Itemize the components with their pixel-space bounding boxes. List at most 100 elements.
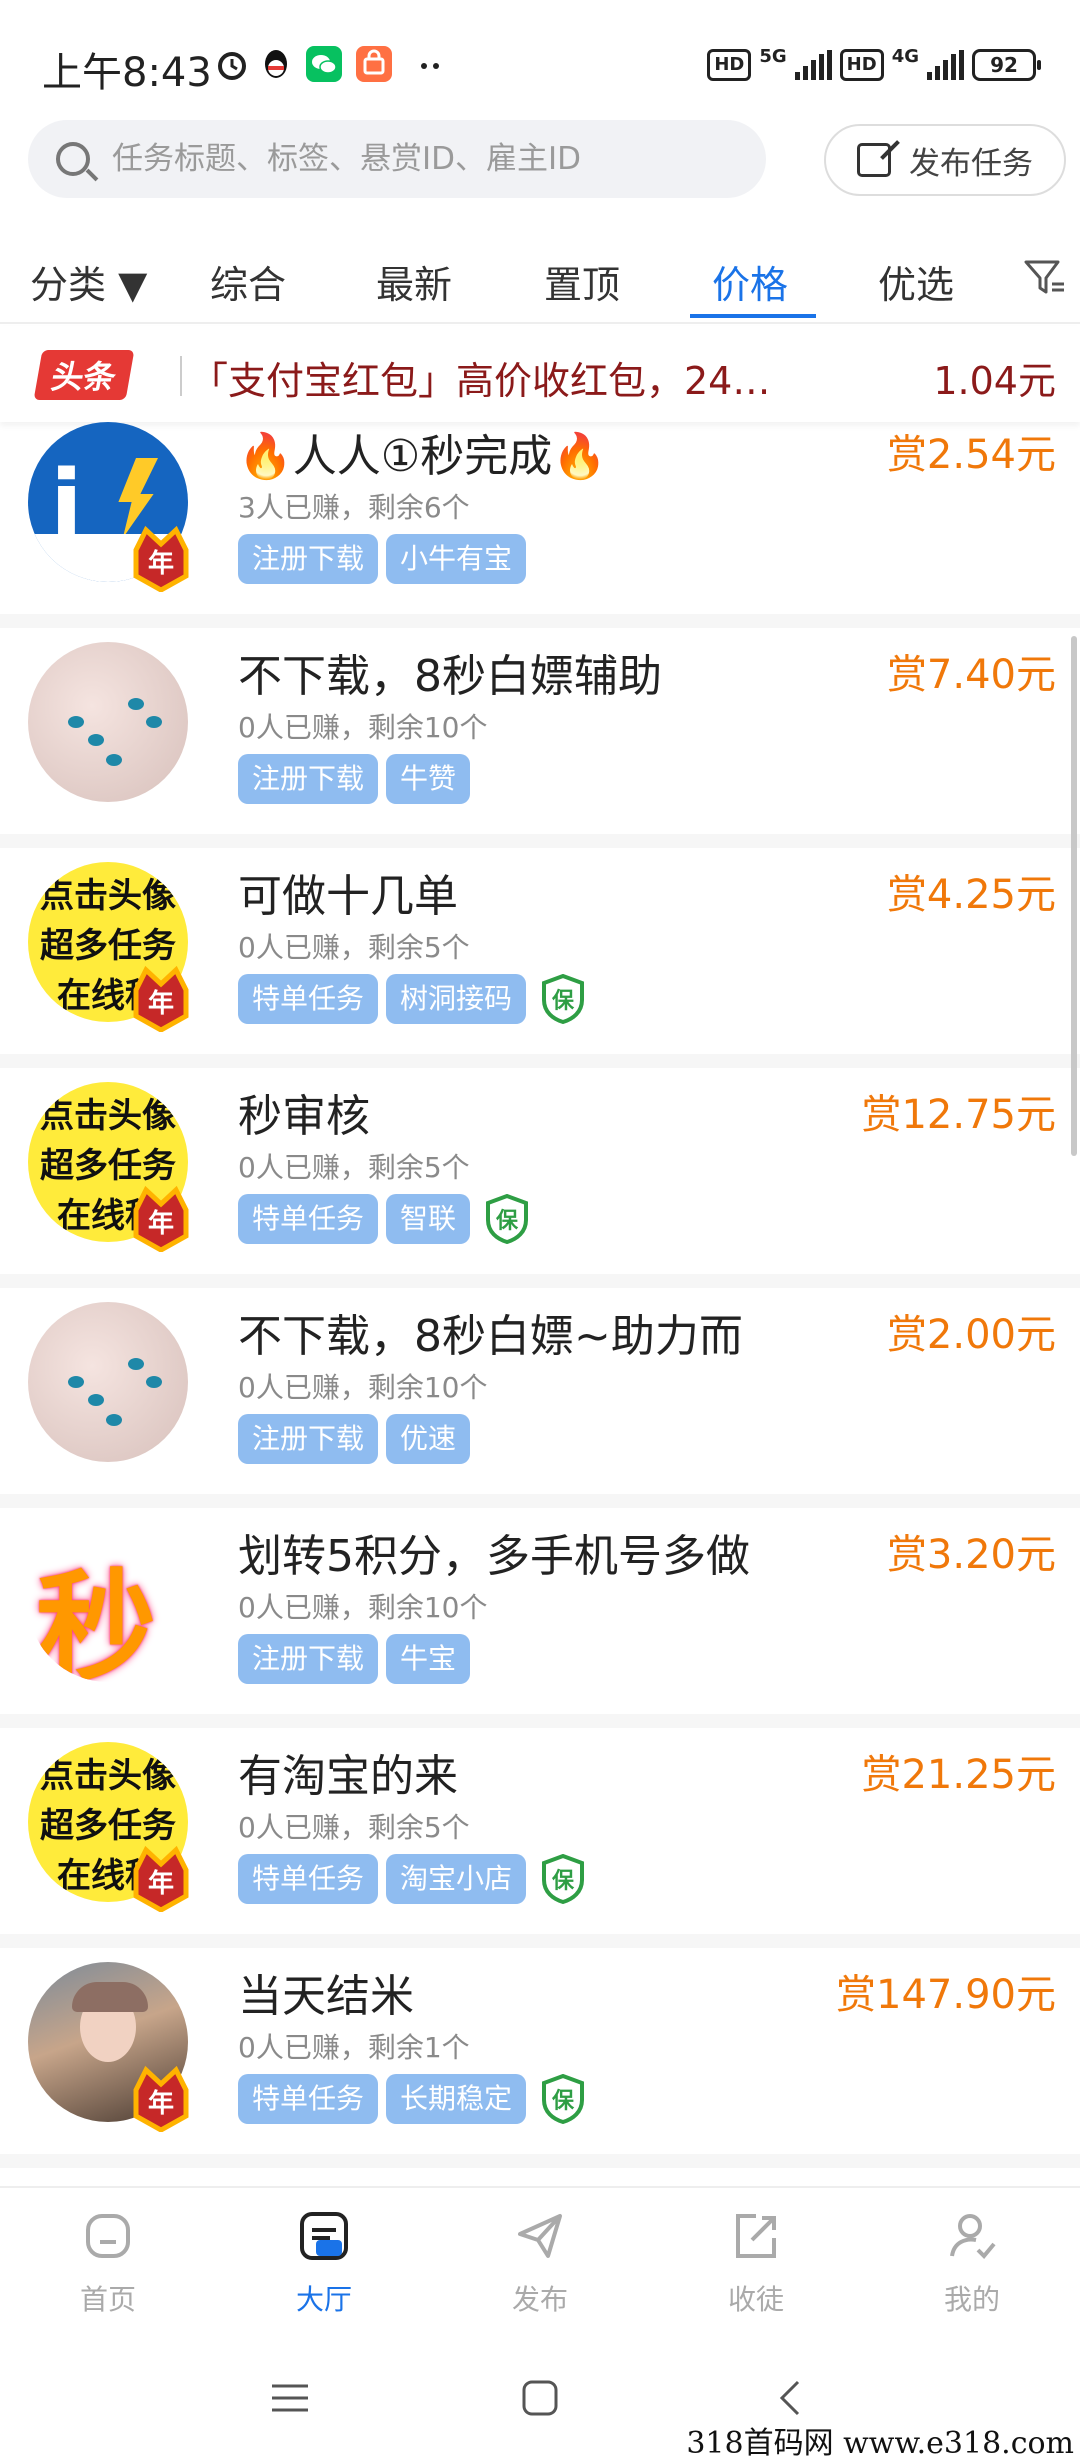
task-meta: 0人已赚，剩余10个	[238, 1591, 488, 1624]
task-item[interactable]: 年 当天结米 0人已赚，剩余1个 特单任务 长期稳定 保 赏147.90元	[0, 1952, 1080, 2172]
task-reward: 赏12.75元	[861, 1092, 1056, 1138]
hd-badge: HD	[707, 48, 752, 81]
svg-text:年: 年	[148, 988, 174, 1019]
list-divider	[0, 614, 1080, 628]
vip-crown-icon: 年	[133, 2065, 189, 2132]
vip-crown-icon: 年	[133, 525, 189, 592]
nav-profile[interactable]: 我的	[912, 2206, 1032, 2318]
tabs-divider	[0, 322, 1080, 324]
task-title: 划转5积分，多手机号多做	[238, 1531, 750, 1582]
guarantee-shield-icon: 保	[486, 1194, 529, 1244]
signal-icon-2	[927, 49, 964, 80]
task-item[interactable]: 不下载，8秒白嫖辅助 0人已赚，剩余10个 注册下载 牛赞 赏7.40元	[0, 632, 1080, 852]
search-input[interactable]	[112, 141, 732, 177]
svg-text:保: 保	[495, 1209, 519, 1234]
avatar[interactable]	[28, 642, 188, 802]
task-meta: 0人已赚，剩余5个	[238, 1151, 470, 1184]
task-meta: 0人已赚，剩余10个	[238, 1371, 488, 1404]
back-icon[interactable]	[770, 2376, 814, 2420]
nav-invite[interactable]: 收徒	[696, 2206, 816, 2318]
tab-pinned[interactable]: 置顶	[544, 254, 620, 309]
task-title: 秒审核	[238, 1091, 370, 1142]
nav-publish[interactable]: 发布	[480, 2206, 600, 2318]
filter-icon[interactable]	[1022, 256, 1066, 300]
nav-hall[interactable]: 大厅	[264, 2206, 384, 2318]
task-tag: 特单任务	[238, 974, 379, 1024]
hall-icon	[300, 2212, 348, 2260]
share-icon	[736, 2214, 776, 2258]
task-title: 当天结米	[238, 1971, 414, 2022]
nav-home[interactable]: 首页	[48, 2206, 168, 2318]
tab-newest[interactable]: 最新	[376, 254, 452, 309]
search-bar[interactable]	[28, 120, 766, 198]
tab-category[interactable]: 分类 ▼	[30, 254, 147, 309]
task-tags: 注册下载 优速	[238, 1414, 471, 1464]
task-tag: 特单任务	[238, 1854, 379, 1904]
headline-text: 「支付宝红包」高价收红包，24…	[190, 359, 771, 403]
guarantee-shield-icon: 保	[542, 1854, 585, 1904]
headline-amount: 1.04元	[933, 359, 1056, 403]
tab-price[interactable]: 价格	[712, 254, 788, 309]
nav-publish-label: 发布	[511, 2283, 568, 2316]
task-item[interactable]: 点击头像 超多任务 在线秒 年 秒审核 0人已赚，剩余5个 特单任务 智联 保 …	[0, 1072, 1080, 1292]
task-tag: 注册下载	[238, 1414, 379, 1464]
task-meta: 0人已赚，剩余1个	[238, 2031, 470, 2064]
tab-featured[interactable]: 优选	[878, 254, 954, 309]
guarantee-shield-icon: 保	[542, 2074, 585, 2124]
task-tag: 特单任务	[238, 2074, 379, 2124]
task-title: 有淘宝的来	[238, 1751, 458, 1802]
tab-bar: 分类 ▼ 综合 最新 置顶 价格 优选	[0, 224, 1080, 320]
task-tag: 注册下载	[238, 1634, 379, 1684]
task-tag: 淘宝小店	[386, 1854, 527, 1904]
bottom-nav: 首页 大厅 发布 收徒 我的	[0, 2186, 1080, 2336]
app-screen: 上午8:43 HD 5G HD 4G 92 发布任务 分类 ▼ 综合 最新 置顶…	[0, 0, 1080, 2460]
task-reward: 赏2.54元	[886, 432, 1056, 478]
svg-text:保: 保	[551, 989, 575, 1014]
status-right: HD 5G HD 4G 92	[707, 46, 1041, 83]
home-button-icon[interactable]	[518, 2376, 562, 2420]
status-time: 上午8:43	[42, 50, 212, 96]
avatar[interactable]	[28, 1302, 188, 1462]
signal-icon	[794, 49, 832, 80]
task-tags: 特单任务 长期稳定 保	[238, 2074, 586, 2124]
task-tag: 优速	[386, 1414, 471, 1464]
task-tags: 特单任务 智联 保	[238, 1194, 530, 1244]
task-tag: 牛宝	[386, 1634, 471, 1684]
task-tags: 注册下载 小牛有宝	[238, 534, 527, 584]
task-reward: 赏3.20元	[886, 1532, 1056, 1578]
list-divider	[0, 834, 1080, 848]
nav-hall-label: 大厅	[295, 2283, 352, 2316]
svg-text:保: 保	[551, 2089, 575, 2114]
svg-text:年: 年	[148, 548, 174, 579]
nav-home-label: 首页	[79, 2283, 136, 2316]
vip-crown-icon: 年	[133, 965, 189, 1032]
svg-text:保: 保	[551, 1869, 575, 1894]
avatar[interactable]: 秒	[28, 1522, 188, 1682]
menu-icon[interactable]	[268, 2376, 312, 2420]
task-meta: 0人已赚，剩余10个	[238, 711, 488, 744]
task-tag: 树洞接码	[386, 974, 527, 1024]
tab-overall[interactable]: 综合	[210, 254, 286, 309]
publish-task-button[interactable]: 发布任务	[824, 124, 1066, 196]
home-icon	[86, 2214, 130, 2258]
task-tag: 牛赞	[386, 754, 471, 804]
search-icon	[56, 142, 90, 176]
task-item[interactable]: i 年 🔥人人①秒完成🔥 3人已赚，剩余6个 注册下载 小牛有宝 赏2.54元	[0, 422, 1080, 632]
scrollbar[interactable]	[1071, 636, 1077, 1156]
list-divider	[0, 1054, 1080, 1068]
task-reward: 赏7.40元	[886, 652, 1056, 698]
edit-icon	[857, 143, 891, 177]
task-item[interactable]: 点击头像 超多任务 在线秒 年 可做十几单 0人已赚，剩余5个 特单任务 树洞接…	[0, 852, 1080, 1072]
task-title: 不下载，8秒白嫖辅助	[238, 651, 662, 702]
more-notifications-icon	[421, 63, 439, 69]
task-item[interactable]: 点击头像 超多任务 在线秒 年 有淘宝的来 0人已赚，剩余5个 特单任务 淘宝小…	[0, 1732, 1080, 1952]
task-title: 不下载，8秒白嫖~助力而	[238, 1311, 743, 1362]
svg-text:年: 年	[148, 1868, 174, 1899]
watermark: 318首码网 www.e318.com	[680, 2416, 1080, 2460]
task-item[interactable]: 不下载，8秒白嫖~助力而 0人已赚，剩余10个 注册下载 优速 赏2.00元	[0, 1292, 1080, 1512]
headline-banner[interactable]: 头条 「支付宝红包」高价收红包，24… 1.04元	[0, 326, 1080, 422]
svg-text:年: 年	[148, 1208, 174, 1239]
publish-task-label: 发布任务	[909, 145, 1033, 182]
task-tags: 特单任务 树洞接码 保	[238, 974, 586, 1024]
task-item[interactable]: 秒 划转5积分，多手机号多做 0人已赚，剩余10个 注册下载 牛宝 赏3.20元	[0, 1512, 1080, 1732]
